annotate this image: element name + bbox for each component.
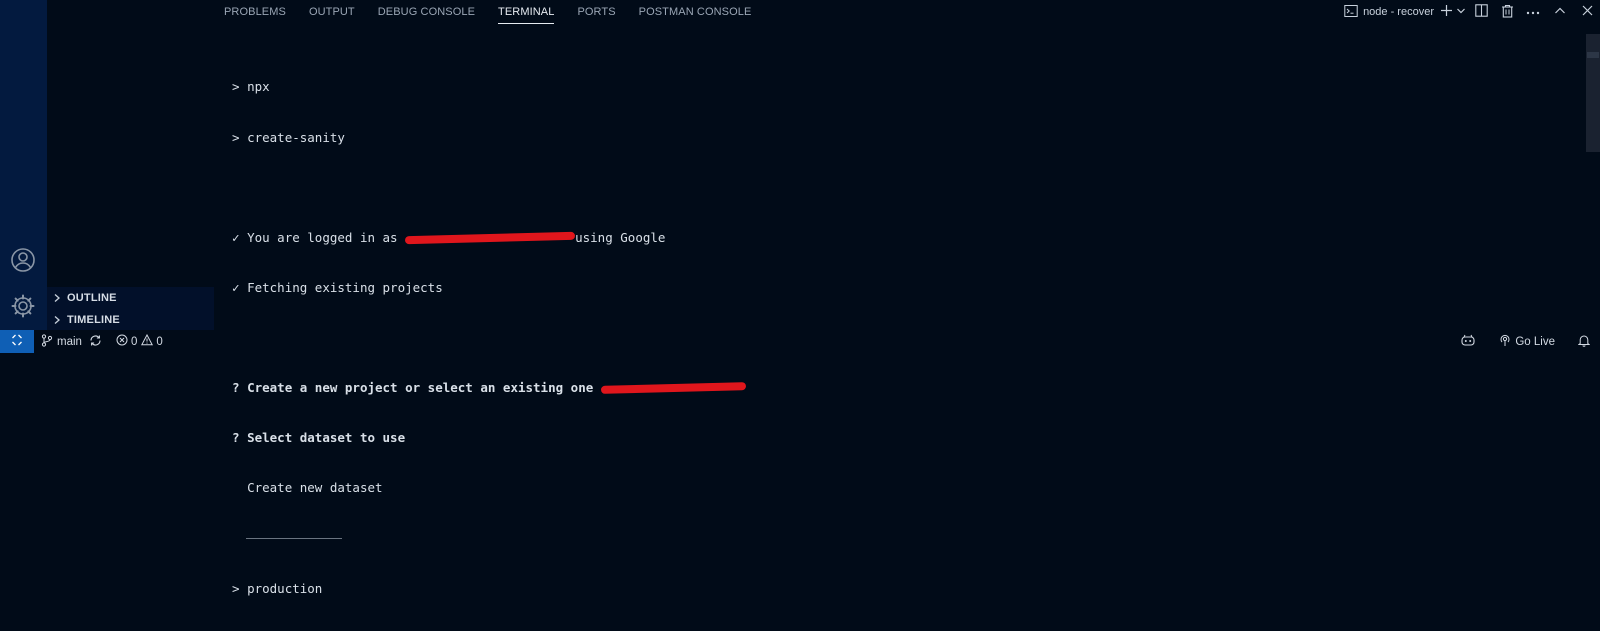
line-text: Fetching existing projects: [247, 279, 443, 295]
line-text: You are logged in as: [247, 229, 398, 245]
copilot-button[interactable]: [1460, 334, 1476, 350]
terminal-line: ✓ You are logged in as using Google: [232, 230, 746, 247]
plus-icon: [1440, 4, 1453, 20]
line-prefix: [232, 480, 247, 495]
line-prefix: ✓: [232, 279, 248, 295]
broadcast-icon: [1499, 334, 1511, 350]
git-branch-icon: [41, 333, 53, 350]
terminal-icon: [1344, 4, 1358, 21]
line-text: npx: [247, 79, 270, 95]
sync-button[interactable]: [89, 334, 102, 350]
gear-icon[interactable]: [9, 292, 37, 320]
chevron-down-icon: [1456, 6, 1466, 19]
terminal-separator: [246, 538, 342, 540]
branch-indicator[interactable]: main: [41, 333, 82, 350]
outline-section-label: OUTLINE: [67, 292, 117, 304]
line-text-after: using Google: [575, 229, 666, 245]
line-text: production: [247, 580, 323, 596]
terminal-line: > create-sanity: [232, 130, 746, 147]
terminal-name: node - recover: [1363, 6, 1434, 18]
terminal-line: ? Select dataset to use: [232, 430, 746, 447]
terminal-scrollbar[interactable]: [1586, 34, 1600, 152]
split-icon: [1474, 4, 1488, 20]
activity-bar: [0, 0, 47, 337]
warning-icon: [141, 333, 154, 349]
sync-icon: [89, 334, 102, 350]
notifications-button[interactable]: [1577, 334, 1591, 350]
bottom-panel: PROBLEMS OUTPUT DEBUG CONSOLE TERMINAL P…: [214, 0, 1600, 596]
line-text: Create a new project or select an existi…: [247, 379, 594, 395]
line-text: create-sanity: [247, 129, 345, 145]
terminal-line: ? Create a new project or select an exis…: [232, 380, 746, 397]
redaction-mark: [600, 382, 746, 395]
line-prefix: ✓: [232, 229, 248, 245]
terminal-profile-dropdown[interactable]: [1454, 0, 1468, 24]
problems-indicator[interactable]: 0 0: [116, 333, 163, 349]
account-icon[interactable]: [9, 246, 37, 274]
tab-postman-console[interactable]: POSTMAN CONSOLE: [639, 0, 752, 26]
sidebar: OUTLINE TIMELINE: [47, 0, 214, 337]
redaction-mark: [405, 231, 576, 245]
warning-count: 0: [156, 335, 163, 348]
line-prefix: >: [232, 580, 248, 596]
timeline-section-label: TIMELINE: [67, 314, 120, 326]
panel-actions: node - recover: [1340, 0, 1600, 24]
close-icon: [1582, 5, 1593, 19]
chevron-right-icon: [47, 315, 67, 325]
line-prefix: ?: [232, 379, 248, 395]
line-prefix: >: [232, 129, 248, 145]
bell-icon: [1577, 334, 1591, 350]
trash-icon: [1501, 4, 1514, 21]
chevron-right-icon: [47, 293, 67, 303]
status-bar: main 0 0 Go Live: [0, 330, 1600, 353]
terminal-line: > npx: [232, 79, 746, 96]
outline-section-header[interactable]: OUTLINE: [47, 287, 214, 309]
line-text: Create new dataset: [247, 480, 383, 496]
tab-ports[interactable]: PORTS: [577, 0, 615, 26]
kill-terminal-button[interactable]: [1494, 0, 1520, 24]
line-prefix: ?: [232, 430, 248, 446]
tab-output[interactable]: OUTPUT: [309, 0, 355, 26]
ellipsis-icon: [1526, 6, 1540, 18]
error-icon: [116, 334, 128, 349]
maximize-panel-button[interactable]: [1546, 0, 1574, 24]
terminal-selector[interactable]: node - recover: [1340, 0, 1438, 24]
timeline-section-header[interactable]: TIMELINE: [47, 309, 214, 331]
terminal-line: Create new dataset: [232, 480, 746, 497]
branch-name: main: [57, 335, 82, 348]
go-live-label: Go Live: [1515, 335, 1555, 348]
new-terminal-button[interactable]: [1438, 0, 1454, 24]
copilot-icon: [1460, 334, 1476, 350]
tab-terminal[interactable]: TERMINAL: [498, 0, 555, 26]
tab-debug-console[interactable]: DEBUG CONSOLE: [378, 0, 475, 26]
go-live-button[interactable]: Go Live: [1499, 334, 1555, 350]
tab-problems[interactable]: PROBLEMS: [224, 0, 286, 26]
terminal-line: > production: [232, 581, 746, 598]
error-count: 0: [130, 335, 138, 348]
scrollbar-thumb[interactable]: [1587, 52, 1599, 58]
remote-button[interactable]: [0, 330, 34, 353]
chevron-up-icon: [1554, 6, 1566, 19]
split-terminal-button[interactable]: [1468, 0, 1494, 24]
remote-icon: [11, 334, 23, 349]
terminal-line: ✓ Fetching existing projects: [232, 280, 746, 297]
line-text: Select dataset to use: [247, 430, 406, 446]
panel-tabs: PROBLEMS OUTPUT DEBUG CONSOLE TERMINAL P…: [224, 0, 774, 26]
status-bar-right: Go Live: [1453, 330, 1600, 353]
close-panel-button[interactable]: [1574, 0, 1600, 24]
more-actions-button[interactable]: [1520, 0, 1546, 24]
line-prefix: >: [232, 79, 248, 95]
